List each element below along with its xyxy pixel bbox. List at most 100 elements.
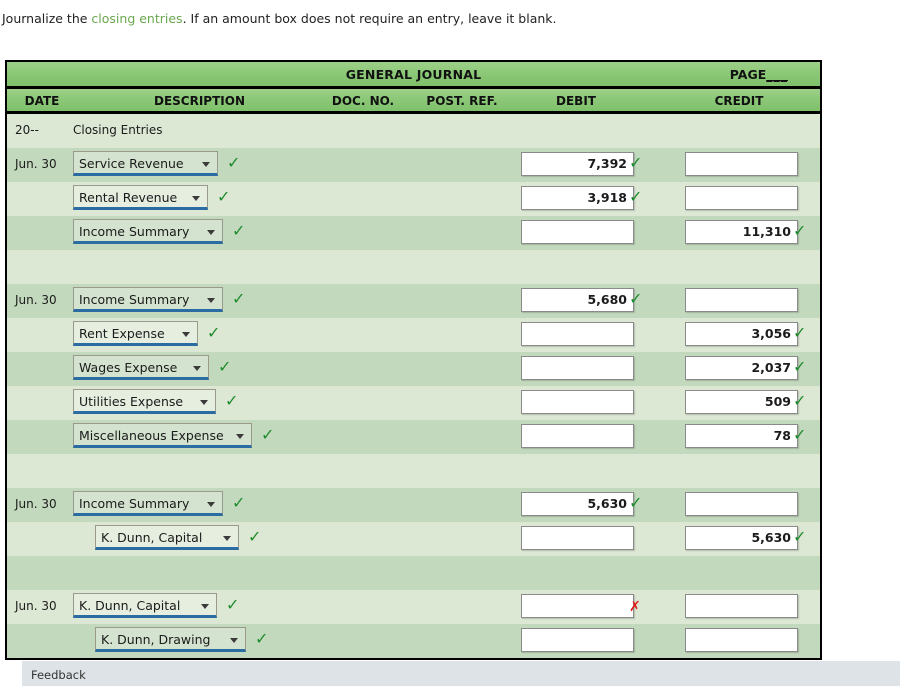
journal-row: K. Dunn, Capital ✓ 5,630 ✓ xyxy=(7,522,820,556)
account-select-value[interactable]: Service Revenue xyxy=(73,151,218,176)
account-select-value[interactable]: Wages Expense xyxy=(73,355,209,380)
correct-icon: ✓ xyxy=(793,527,807,546)
chevron-down-icon xyxy=(182,332,190,337)
credit-input[interactable]: 509 xyxy=(685,390,798,414)
chevron-down-icon xyxy=(207,298,215,303)
account-select[interactable]: Rent Expense xyxy=(73,321,198,346)
chevron-down-icon xyxy=(223,536,231,541)
account-select-value[interactable]: Miscellaneous Expense xyxy=(73,423,252,448)
correct-icon: ✓ xyxy=(207,323,221,342)
account-select-value[interactable]: Rent Expense xyxy=(73,321,198,346)
journal-row-date: Jun. 30 xyxy=(15,293,57,307)
debit-input[interactable] xyxy=(521,356,634,380)
correct-icon: ✓ xyxy=(629,187,643,206)
correct-icon: ✓ xyxy=(227,153,241,172)
debit-input[interactable] xyxy=(521,390,634,414)
chevron-down-icon xyxy=(207,502,215,507)
debit-input[interactable]: 3,918 xyxy=(521,186,634,210)
journal-row xyxy=(7,250,820,284)
chevron-down-icon xyxy=(230,638,238,643)
journal-row xyxy=(7,454,820,488)
credit-input[interactable] xyxy=(685,288,798,312)
credit-input[interactable]: 78 xyxy=(685,424,798,448)
column-header-date: DATE xyxy=(24,94,60,108)
correct-icon: ✓ xyxy=(225,391,239,410)
correct-icon: ✓ xyxy=(793,357,807,376)
page-label: PAGE xyxy=(729,67,767,82)
correct-icon: ✓ xyxy=(629,153,643,172)
correct-icon: ✓ xyxy=(793,323,807,342)
credit-input[interactable] xyxy=(685,628,798,652)
correct-icon: ✓ xyxy=(248,527,262,546)
debit-input[interactable] xyxy=(521,526,634,550)
journal-row: Jun. 30 Income Summary ✓ 5,630 ✓ xyxy=(7,488,820,522)
correct-icon: ✓ xyxy=(217,187,231,206)
journal-row-date: Jun. 30 xyxy=(15,157,57,171)
journal-title: GENERAL JOURNAL xyxy=(345,67,482,82)
credit-input[interactable] xyxy=(685,594,798,618)
account-select-value[interactable]: Utilities Expense xyxy=(73,389,216,414)
general-journal-table: GENERAL JOURNAL PAGE___ DATE DESCRIPTION… xyxy=(5,60,822,660)
debit-input[interactable] xyxy=(521,628,634,652)
account-select-value[interactable]: K. Dunn, Capital xyxy=(73,593,217,618)
credit-input[interactable] xyxy=(685,186,798,210)
debit-input[interactable] xyxy=(521,424,634,448)
account-select[interactable]: Income Summary xyxy=(73,219,223,244)
debit-input[interactable] xyxy=(521,322,634,346)
debit-input[interactable]: 5,630 xyxy=(521,492,634,516)
credit-input[interactable] xyxy=(685,492,798,516)
feedback-panel[interactable]: Feedback xyxy=(22,661,900,686)
closing-entries-link[interactable]: closing entries xyxy=(91,11,182,26)
correct-icon: ✓ xyxy=(261,425,275,444)
journal-body: 20-- Closing Entries Jun. 30 Service Revenu… xyxy=(7,114,820,658)
journal-row: Jun. 30 K. Dunn, Capital ✓ ✗ xyxy=(7,590,820,624)
correct-icon: ✓ xyxy=(232,493,246,512)
account-select[interactable]: Wages Expense xyxy=(73,355,209,380)
account-select[interactable]: Service Revenue xyxy=(73,151,218,176)
chevron-down-icon xyxy=(193,366,201,371)
journal-row: Income Summary ✓ 11,310 ✓ xyxy=(7,216,820,250)
account-select-value[interactable]: Rental Revenue xyxy=(73,185,208,210)
account-select-value[interactable]: Income Summary xyxy=(73,287,223,312)
journal-row: Wages Expense ✓ 2,037 ✓ xyxy=(7,352,820,386)
credit-input[interactable]: 3,056 xyxy=(685,322,798,346)
page-blank[interactable]: ___ xyxy=(766,67,788,82)
debit-input[interactable]: 7,392 xyxy=(521,152,634,176)
chevron-down-icon xyxy=(236,434,244,439)
credit-input[interactable] xyxy=(685,152,798,176)
correct-icon: ✓ xyxy=(232,221,246,240)
correct-icon: ✓ xyxy=(793,221,807,240)
correct-icon: ✓ xyxy=(226,595,240,614)
account-select[interactable]: K. Dunn, Capital xyxy=(95,525,239,550)
instruction-suffix: . If an amount box does not require an e… xyxy=(182,11,557,26)
account-select-value[interactable]: K. Dunn, Capital xyxy=(95,525,239,550)
account-select[interactable]: Rental Revenue xyxy=(73,185,208,210)
account-select-value[interactable]: Income Summary xyxy=(73,219,223,244)
account-select[interactable]: Miscellaneous Expense xyxy=(73,423,252,448)
credit-input[interactable]: 11,310 xyxy=(685,220,798,244)
credit-input[interactable]: 5,630 xyxy=(685,526,798,550)
account-select[interactable]: K. Dunn, Capital xyxy=(73,593,217,618)
column-header-debit: DEBIT xyxy=(556,94,596,108)
debit-input[interactable]: 5,680 xyxy=(521,288,634,312)
journal-title-bar: GENERAL JOURNAL PAGE___ xyxy=(7,62,820,89)
journal-row: Jun. 30 Service Revenue ✓ 7,392 ✓ xyxy=(7,148,820,182)
correct-icon: ✓ xyxy=(232,289,246,308)
account-select[interactable]: Utilities Expense xyxy=(73,389,216,414)
account-select[interactable]: Income Summary xyxy=(73,491,223,516)
page-number-field: PAGE___ xyxy=(730,67,788,82)
correct-icon: ✓ xyxy=(793,425,807,444)
instruction-text: Journalize the closing entries. If an am… xyxy=(2,11,557,26)
journal-row: Rental Revenue ✓ 3,918 ✓ xyxy=(7,182,820,216)
correct-icon: ✓ xyxy=(218,357,232,376)
account-select[interactable]: K. Dunn, Drawing xyxy=(95,627,246,652)
credit-input[interactable]: 2,037 xyxy=(685,356,798,380)
account-select-value[interactable]: K. Dunn, Drawing xyxy=(95,627,246,652)
column-header-credit: CREDIT xyxy=(714,94,764,108)
account-select-value[interactable]: Income Summary xyxy=(73,491,223,516)
journal-row: Miscellaneous Expense ✓ 78 ✓ xyxy=(7,420,820,454)
debit-input[interactable] xyxy=(521,594,634,618)
journal-row: Rent Expense ✓ 3,056 ✓ xyxy=(7,318,820,352)
debit-input[interactable] xyxy=(521,220,634,244)
account-select[interactable]: Income Summary xyxy=(73,287,223,312)
